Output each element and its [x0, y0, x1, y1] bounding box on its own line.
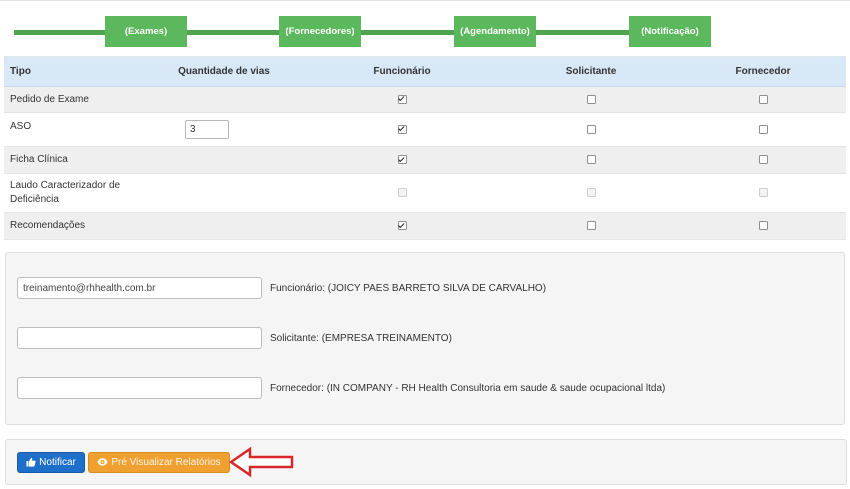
solicitante-checkbox[interactable] [586, 94, 596, 104]
table-row: Ficha Clínica [4, 146, 846, 174]
eye-icon [97, 457, 109, 468]
stepper-connector [361, 30, 454, 35]
column-header-solicitante: Solicitante [502, 56, 680, 87]
fornecedor-checkbox[interactable] [758, 124, 768, 134]
quantity-input[interactable] [185, 120, 229, 139]
red-arrow-icon [228, 446, 296, 481]
email-row-solicitante: Solicitante: (EMPRESA TREINAMENTO) [17, 327, 452, 349]
row-quantidade [146, 86, 302, 113]
thumbs-up-icon [26, 457, 36, 469]
documents-table: Tipo Quantidade de vias Funcionário Soli… [4, 56, 846, 240]
preview-button-label: Pré Visualizar Relatórios [111, 457, 221, 468]
solicitante-email-input[interactable] [17, 327, 262, 349]
table-header-row: Tipo Quantidade de vias Funcionário Soli… [4, 56, 846, 87]
row-tipo-line: Laudo Caracterizador de [10, 180, 121, 191]
funcionario-checkbox[interactable] [397, 221, 407, 231]
solicitante-checkbox[interactable] [586, 124, 596, 134]
solicitante-checkbox[interactable] [586, 221, 596, 231]
fornecedor-checkbox [758, 188, 768, 198]
stepper-connector [536, 30, 629, 35]
notify-button[interactable]: Notificar [17, 452, 85, 473]
wizard-stepper: (Exames) (Fornecedores) (Agendamento) (N… [14, 16, 836, 48]
notify-button-label: Notificar [39, 457, 76, 468]
fornecedor-email-input[interactable] [17, 377, 262, 399]
top-divider [0, 0, 850, 1]
fornecedor-checkbox[interactable] [758, 221, 768, 231]
email-row-funcionario: Funcionário: (JOICY PAES BARRETO SILVA D… [17, 277, 546, 299]
row-tipo: Laudo Caracterizador de Deficiência [4, 173, 146, 213]
email-row-fornecedor: Fornecedor: (IN COMPANY - RH Health Cons… [17, 377, 665, 399]
solicitante-checkbox[interactable] [586, 155, 596, 165]
email-panel: Funcionário: (JOICY PAES BARRETO SILVA D… [5, 252, 845, 425]
table-row: Laudo Caracterizador de Deficiência [4, 173, 846, 213]
step-agendamento[interactable]: (Agendamento) [454, 16, 536, 47]
column-header-fornecedor: Fornecedor [680, 56, 846, 87]
row-tipo: Ficha Clínica [4, 146, 146, 174]
fornecedor-checkbox[interactable] [758, 155, 768, 165]
step-notificacao[interactable]: (Notificação) [629, 16, 711, 47]
funcionario-email-label: Funcionário: (JOICY PAES BARRETO SILVA D… [270, 282, 547, 294]
row-tipo-line: Deficiência [10, 194, 59, 205]
row-quantidade [146, 173, 302, 213]
funcionario-checkbox[interactable] [397, 94, 407, 104]
funcionario-checkbox [397, 188, 407, 198]
row-quantidade [146, 212, 302, 240]
table-row: ASO [4, 112, 846, 147]
funcionario-checkbox[interactable] [397, 155, 407, 165]
table-row: Recomendações [4, 212, 846, 240]
solicitante-checkbox [586, 188, 596, 198]
row-tipo: Pedido de Exame [4, 86, 146, 113]
column-header-tipo: Tipo [4, 56, 146, 87]
preview-reports-button[interactable]: Pré Visualizar Relatórios [88, 452, 230, 473]
column-header-funcionario: Funcionário [302, 56, 502, 87]
row-tipo: ASO [4, 112, 146, 147]
table-row: Pedido de Exame [4, 86, 846, 113]
step-exames[interactable]: (Exames) [105, 16, 187, 47]
column-header-quantidade: Quantidade de vias [146, 56, 302, 87]
funcionario-email-input[interactable] [17, 277, 262, 299]
solicitante-email-label: Solicitante: (EMPRESA TREINAMENTO) [270, 332, 452, 344]
stepper-connector [187, 30, 279, 35]
fornecedor-email-label: Fornecedor: (IN COMPANY - RH Health Cons… [270, 382, 666, 394]
row-quantidade [146, 146, 302, 174]
funcionario-checkbox[interactable] [397, 124, 407, 134]
fornecedor-checkbox[interactable] [758, 94, 768, 104]
stepper-connector [14, 30, 106, 35]
row-tipo: Recomendações [4, 212, 146, 240]
action-bar: Notificar Pré Visualizar Relatórios [5, 439, 847, 485]
step-fornecedores[interactable]: (Fornecedores) [279, 16, 361, 47]
